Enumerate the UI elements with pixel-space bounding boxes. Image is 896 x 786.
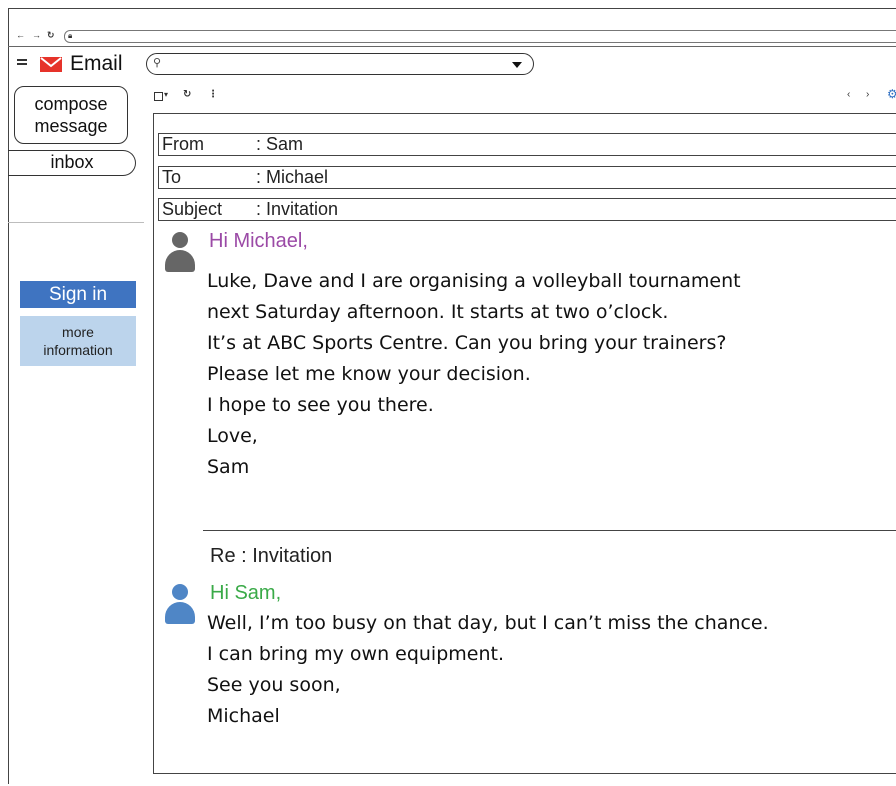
back-icon[interactable]: ← bbox=[16, 30, 25, 40]
email-body-line: next Saturday afternoon. It starts at tw… bbox=[207, 301, 669, 323]
sidebar-divider bbox=[8, 222, 144, 223]
search-icon: ⚲ bbox=[153, 57, 162, 69]
lock-icon: 🔒︎ bbox=[68, 31, 73, 40]
from-value: : Sam bbox=[256, 134, 304, 154]
email-body-line: Love, bbox=[207, 425, 258, 447]
reply-body-line: See you soon, bbox=[207, 674, 341, 696]
search-input[interactable] bbox=[146, 53, 534, 75]
settings-gear-icon[interactable]: ⚙ bbox=[887, 88, 896, 100]
subject-row: Subject : Invitation bbox=[158, 198, 896, 221]
email-body-line: It’s at ABC Sports Centre. Can you bring… bbox=[207, 332, 727, 354]
address-bar[interactable] bbox=[64, 30, 896, 43]
sign-in-button[interactable]: Sign in bbox=[20, 281, 136, 308]
forward-icon[interactable]: → bbox=[32, 30, 41, 40]
select-dropdown-icon[interactable]: ▾ bbox=[164, 89, 168, 101]
reply-divider bbox=[203, 530, 896, 531]
reply-body-line: I can bring my own equipment. bbox=[207, 643, 505, 665]
reply-subject: Re : Invitation bbox=[210, 545, 333, 567]
compose-message-button[interactable]: compose message bbox=[14, 86, 128, 144]
to-row: To : Michael bbox=[158, 166, 896, 189]
email-greeting: Hi Michael, bbox=[209, 230, 308, 252]
subject-value: : Invitation bbox=[256, 199, 339, 219]
email-body: Luke, Dave and I are organising a volley… bbox=[207, 266, 741, 483]
mail-logo-icon bbox=[40, 57, 62, 72]
sender-avatar-icon bbox=[165, 232, 195, 272]
subject-label: Subject bbox=[162, 199, 223, 219]
more-options-icon[interactable]: ⋮ bbox=[208, 89, 218, 101]
to-label: To bbox=[162, 167, 182, 187]
window-top-border bbox=[8, 8, 896, 9]
more-information-label: more information bbox=[43, 324, 113, 358]
search-dropdown-icon[interactable] bbox=[512, 62, 522, 68]
inbox-tab[interactable]: inbox bbox=[8, 150, 136, 176]
chrome-separator bbox=[8, 46, 896, 47]
select-all-checkbox[interactable] bbox=[154, 92, 163, 101]
email-body-line: Please let me know your decision. bbox=[207, 363, 531, 385]
reply-body: Well, I’m too busy on that day, but I ca… bbox=[207, 608, 769, 732]
app-title: Email bbox=[70, 52, 123, 75]
email-body-line: Sam bbox=[207, 456, 250, 478]
refresh-icon[interactable]: ↻ bbox=[183, 89, 191, 101]
more-information-button[interactable]: more information bbox=[20, 316, 136, 366]
from-row: From : Sam bbox=[158, 133, 896, 156]
to-value: : Michael bbox=[256, 167, 329, 187]
previous-page-icon[interactable]: ‹ bbox=[847, 89, 850, 101]
email-body-line: I hope to see you there. bbox=[207, 394, 434, 416]
email-body-line: Luke, Dave and I are organising a volley… bbox=[207, 270, 741, 292]
next-page-icon[interactable]: › bbox=[866, 89, 869, 101]
inbox-label: inbox bbox=[50, 152, 94, 172]
reply-body-line: Michael bbox=[207, 705, 280, 727]
from-label: From bbox=[162, 134, 204, 154]
reply-body-line: Well, I’m too busy on that day, but I ca… bbox=[207, 612, 769, 634]
reply-avatar-icon bbox=[165, 584, 195, 624]
reload-icon[interactable]: ↻ bbox=[47, 30, 55, 40]
reply-greeting: Hi Sam, bbox=[210, 582, 282, 604]
menu-icon[interactable] bbox=[17, 59, 27, 67]
window-left-border bbox=[8, 8, 9, 784]
